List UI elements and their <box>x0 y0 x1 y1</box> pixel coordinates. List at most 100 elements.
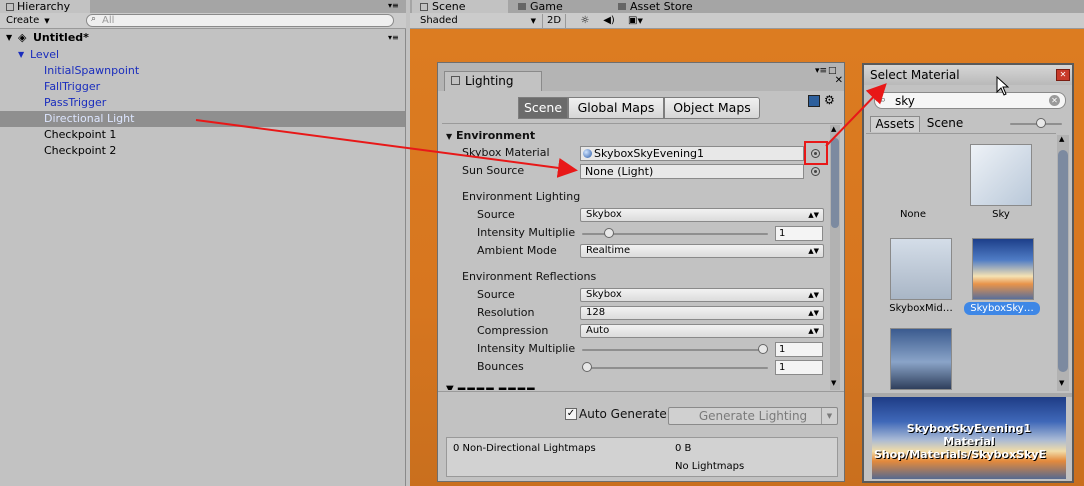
dropdown-arrows-icon: ▲▼ <box>808 327 819 335</box>
dropdown-arrows-icon: ▲▼ <box>808 247 819 255</box>
lighting-tab[interactable]: Lighting <box>444 71 542 91</box>
material-item-label: SkyboxMid… <box>889 303 953 314</box>
audio-toggle-icon[interactable]: ◀) <box>598 14 620 28</box>
tab-scene[interactable]: Scene <box>412 0 508 13</box>
environment-foldout[interactable]: ▼ Environment <box>446 129 535 144</box>
env-lighting-intensity-field[interactable]: 1 <box>775 226 823 241</box>
env-lighting-source-value: Skybox <box>586 209 622 220</box>
material-item-skyboxsky-selected[interactable]: SkyboxSky… <box>960 238 1044 318</box>
tab-game[interactable]: Game <box>510 0 606 13</box>
reflection-source-dropdown[interactable]: Skybox ▲▼ <box>580 288 824 302</box>
lighting-window: Lighting ▾≡ □ ✕ Scene Global Maps Object… <box>437 62 845 482</box>
scroll-down-icon[interactable]: ▼ <box>1059 379 1064 387</box>
hierarchy-row-passtrigger[interactable]: PassTrigger <box>0 95 405 111</box>
material-item-skyboxmid[interactable]: SkyboxMid… <box>886 238 956 318</box>
material-preview: SkyboxSkyEvening1 Material Shop/Material… <box>872 397 1066 479</box>
scroll-down-icon[interactable]: ▼ <box>831 379 836 387</box>
bounces-value: 1 <box>779 362 786 373</box>
lighting-scrollbar-thumb[interactable] <box>831 138 839 228</box>
lighting-window-icon <box>451 76 460 85</box>
settings-gear-icon[interactable]: ⚙ <box>824 93 835 107</box>
dropdown-arrows-icon: ▲▼ <box>808 309 819 317</box>
tab-scene-label: Scene <box>432 0 466 13</box>
hierarchy-row-directional-light[interactable]: Directional Light <box>0 111 405 127</box>
skyboxmid-thumbnail <box>890 238 952 300</box>
bounces-knob[interactable] <box>582 362 592 372</box>
compression-value: Auto <box>586 325 610 336</box>
close-icon[interactable]: ✕ <box>1056 69 1070 81</box>
ambient-mode-label: Ambient Mode <box>477 244 557 257</box>
tab-assets[interactable]: Assets <box>870 116 920 132</box>
hierarchy-tab-label: Hierarchy <box>17 0 71 13</box>
scroll-up-icon[interactable]: ▲ <box>1059 135 1064 143</box>
tab-scene-assets[interactable]: Scene <box>922 116 968 132</box>
tab-asset-store-label: Asset Store <box>630 0 693 13</box>
hierarchy-menu-icon[interactable]: ▾≡ <box>388 0 399 12</box>
sun-source-label: Sun Source <box>462 164 525 177</box>
reflection-intensity-label: Intensity Multiplie <box>477 342 576 355</box>
scene-row[interactable]: ▼ ◈ Untitled* ▾≡ <box>0 30 405 46</box>
ambient-mode-dropdown[interactable]: Realtime ▲▼ <box>580 244 824 258</box>
hierarchy-row-falltrigger[interactable]: FallTrigger <box>0 79 405 95</box>
tab-asset-store[interactable]: Asset Store <box>610 0 720 13</box>
material-item-fifth[interactable] <box>886 328 956 392</box>
hierarchy-row-checkpoint-2[interactable]: Checkpoint 2 <box>0 143 405 159</box>
tab-object-maps[interactable]: Object Maps <box>664 97 760 119</box>
hierarchy-search-field[interactable]: ⌕ All <box>86 14 394 27</box>
hierarchy-icon <box>6 3 14 11</box>
env-lighting-source-dropdown[interactable]: Skybox ▲▼ <box>580 208 824 222</box>
object-picker-icon[interactable] <box>811 167 820 176</box>
scene-menu-icon[interactable]: ▾≡ <box>388 30 399 46</box>
hierarchy-row-level[interactable]: ▼ Level <box>0 47 405 63</box>
thumbnail-size-knob[interactable] <box>1036 118 1046 128</box>
reflection-intensity-field[interactable]: 1 <box>775 342 823 357</box>
search-icon: ⌕ <box>91 14 97 24</box>
chevron-down-icon: ▼ <box>44 17 50 25</box>
reflection-source-value: Skybox <box>586 289 622 300</box>
scroll-up-icon[interactable]: ▲ <box>831 125 836 133</box>
material-scrollbar-thumb[interactable] <box>1058 150 1068 372</box>
sky-thumbnail <box>970 144 1032 206</box>
create-button[interactable]: Create ▼ <box>6 14 56 28</box>
reflection-intensity-knob[interactable] <box>758 344 768 354</box>
tab-hierarchy[interactable]: Hierarchy <box>0 0 90 13</box>
resolution-value: 128 <box>586 307 606 318</box>
resolution-dropdown[interactable]: 128 ▲▼ <box>580 306 824 320</box>
hierarchy-item-label: PassTrigger <box>44 96 107 109</box>
expand-arrow-icon: ▼ <box>18 50 25 59</box>
material-item-none[interactable]: None <box>868 208 958 224</box>
material-search-field[interactable]: ⌕ sky ✕ <box>874 92 1066 109</box>
help-book-icon[interactable] <box>808 95 820 107</box>
reflection-source-label: Source <box>477 288 515 301</box>
close-icon[interactable]: ✕ <box>815 75 843 86</box>
shading-dropdown[interactable]: Shaded ▼ <box>420 14 536 28</box>
env-lighting-intensity-value: 1 <box>779 228 786 239</box>
bounces-track[interactable] <box>582 367 768 369</box>
material-item-sky[interactable]: Sky <box>966 144 1036 224</box>
env-lighting-intensity-knob[interactable] <box>604 228 614 238</box>
2d-toggle-button[interactable]: 2D <box>542 14 566 28</box>
chevron-down-icon[interactable]: ▼ <box>821 408 837 424</box>
tab-scene-mode[interactable]: Scene <box>518 97 568 119</box>
auto-generate-checkbox[interactable]: ✓ <box>565 408 577 420</box>
dropdown-arrows-icon: ▲▼ <box>808 291 819 299</box>
tab-scene-mode-label: Scene <box>523 100 563 115</box>
clear-search-icon[interactable]: ✕ <box>1049 95 1060 106</box>
skybox-material-value: SkyboxSkyEvening1 <box>594 147 705 160</box>
bounces-field[interactable]: 1 <box>775 360 823 375</box>
compression-dropdown[interactable]: Auto ▲▼ <box>580 324 824 338</box>
lighting-toggle-icon[interactable]: ☼ <box>574 14 596 28</box>
auto-generate-label: Auto Generate <box>579 407 667 421</box>
sun-source-value: None (Light) <box>585 165 654 178</box>
object-picker-icon[interactable] <box>811 149 820 158</box>
next-section-foldout[interactable]: ▼ ▬▬▬▬ ▬▬▬▬ <box>446 382 826 390</box>
hierarchy-row-checkpoint-1[interactable]: Checkpoint 1 <box>0 127 405 143</box>
tab-global-maps[interactable]: Global Maps <box>568 97 664 119</box>
unity-scene-icon: ◈ <box>18 31 27 44</box>
effects-dropdown-icon[interactable]: ▣▼ <box>628 14 654 28</box>
reflection-intensity-track[interactable] <box>582 349 768 351</box>
sun-source-field[interactable]: None (Light) <box>580 164 804 179</box>
skybox-material-field[interactable]: SkyboxSkyEvening1 <box>580 146 804 161</box>
hierarchy-row-initialspawnpoint[interactable]: InitialSpawnpoint <box>0 63 405 79</box>
generate-lighting-button[interactable]: Generate Lighting ▼ <box>668 407 838 425</box>
